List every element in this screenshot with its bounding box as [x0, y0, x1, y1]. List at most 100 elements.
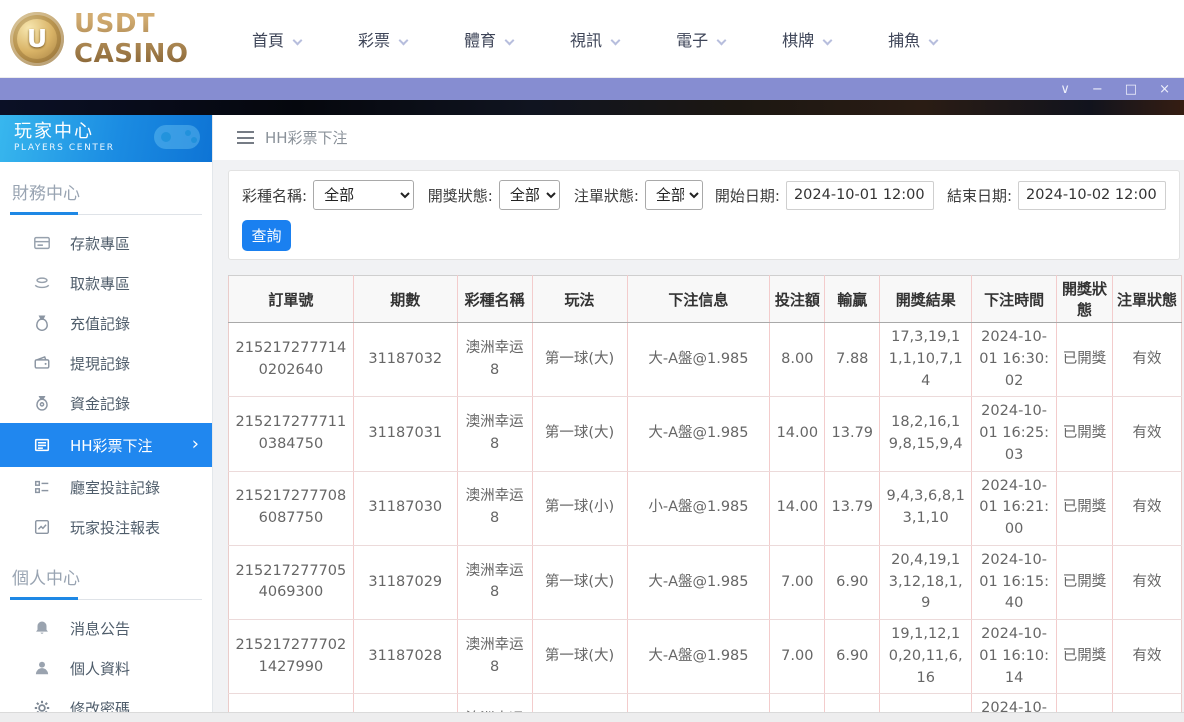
table-cell: 澳洲幸运8 [457, 620, 532, 694]
hamburger-menu-icon[interactable] [237, 131, 254, 144]
table-cell: 17,3,19,11,1,10,7,14 [880, 323, 972, 397]
search-button[interactable]: 查詢 [242, 220, 291, 251]
nav-item-slots[interactable]: 電子 [676, 27, 725, 51]
sidebar-item-deposit[interactable]: 存款專區 [0, 223, 212, 263]
sidebar-item-profile[interactable]: 個人資料 [0, 648, 212, 688]
table-header-cell: 下注信息 [627, 276, 770, 323]
table-cell: 6.90 [825, 620, 880, 694]
table-row: 215217277699161877031187027澳洲幸运8第一球(小)小-… [229, 694, 1182, 712]
table-header-cell: 玩法 [532, 276, 627, 323]
brand-logo[interactable]: U USDT CASINO [0, 9, 252, 69]
table-cell: 6.90 [825, 694, 880, 712]
brand-coin-icon: U [10, 12, 64, 66]
table-header-cell: 開獎狀態 [1057, 276, 1113, 323]
window-close-button[interactable]: × [1159, 83, 1170, 96]
sidebar-item-player-bet-report[interactable]: 玩家投注報表 [0, 507, 212, 547]
table-cell: 有效 [1113, 323, 1182, 397]
table-cell: 第一球(大) [532, 323, 627, 397]
table-cell: 2152172777054069300 [229, 545, 354, 619]
lottery-ticket-icon [33, 436, 51, 454]
window-maximize-button[interactable]: □ [1125, 83, 1137, 96]
table-cell: 有效 [1113, 397, 1182, 471]
wallet-icon [33, 354, 51, 372]
table-cell: 31187030 [353, 471, 457, 545]
table-header-cell: 彩種名稱 [457, 276, 532, 323]
table-cell: 9,4,3,6,8,13,1,10 [880, 471, 972, 545]
nav-item-home[interactable]: 首頁 [252, 27, 301, 51]
nav-item-lottery[interactable]: 彩票 [358, 27, 407, 51]
chevron-down-icon [505, 35, 515, 45]
window-bottom-strip [0, 712, 1184, 722]
nav-item-cards[interactable]: 棋牌 [782, 27, 831, 51]
table-cell: 18,2,16,19,8,15,9,4 [880, 397, 972, 471]
sidebar-item-hh-lottery-bets[interactable]: HH彩票下注 › [0, 423, 212, 467]
window-titlebar: ∨ − □ × [0, 78, 1184, 100]
table-cell: 2152172776991618770 [229, 694, 354, 712]
nav-item-video[interactable]: 視訊 [570, 27, 619, 51]
table-header-cell: 注單狀態 [1113, 276, 1182, 323]
table-cell: 小-A盤@1.985 [627, 471, 770, 545]
table-cell: 已開獎 [1057, 471, 1113, 545]
window-chevron-button[interactable]: ∨ [1060, 83, 1070, 96]
sidebar-item-withdraw[interactable]: 取款專區 [0, 263, 212, 303]
table-cell: 有效 [1113, 545, 1182, 619]
section-title-personal: 個人中心 [0, 547, 212, 589]
table-row: 215217277714020264031187032澳洲幸运8第一球(大)大-… [229, 323, 1182, 397]
table-body: 215217277714020264031187032澳洲幸运8第一球(大)大-… [229, 323, 1182, 713]
table-cell: 2024-10-01 16:15:40 [972, 545, 1057, 619]
funds-bag-icon [33, 394, 51, 412]
sidebar-item-room-bet-record[interactable]: 廳室投註記錄 [0, 467, 212, 507]
app-window: U USDT CASINO 首頁 彩票 體育 視訊 電子 棋牌 捕魚 ∨ − □… [0, 0, 1184, 722]
sidebar-item-funds-record[interactable]: 資金記錄 [0, 383, 212, 423]
section-divider [10, 212, 202, 215]
table-row: 215217277708608775031187030澳洲幸运8第一球(小)小-… [229, 471, 1182, 545]
nav-item-sports[interactable]: 體育 [464, 27, 513, 51]
table-cell: 2024-10-01 16:21:00 [972, 471, 1057, 545]
table-cell: 7.88 [825, 323, 880, 397]
table-cell: 有效 [1113, 694, 1182, 712]
table-header-cell: 下注時間 [972, 276, 1057, 323]
table-cell: 第一球(大) [532, 397, 627, 471]
player-center-banner: 玩家中心 PLAYERS CENTER [0, 115, 212, 162]
person-icon [33, 659, 51, 677]
gamepad-icon [146, 117, 208, 157]
lottery-type-select[interactable]: 全部 [313, 180, 414, 210]
table-cell: 第一球(大) [532, 620, 627, 694]
table-header-cell: 輸贏 [825, 276, 880, 323]
table-cell: 大-A盤@1.985 [627, 620, 770, 694]
table-header-row: 訂單號期數彩種名稱玩法下注信息投注額輸贏開獎結果下注時間開獎狀態注單狀態 [229, 276, 1182, 323]
chevron-down-icon [293, 35, 303, 45]
table-cell: 已開獎 [1057, 620, 1113, 694]
sidebar-item-recharge-record[interactable]: 充值記錄 [0, 303, 212, 343]
sidebar-item-announcements[interactable]: 消息公告 [0, 608, 212, 648]
filter-panel: 彩種名稱: 全部 開獎狀態: 全部 注單狀態: 全部 開始日期: 結束日期: 查… [228, 170, 1180, 260]
brand-logo-text: USDT CASINO [74, 9, 252, 69]
order-status-select[interactable]: 全部 [645, 180, 703, 210]
draw-status-label: 開獎狀態: [428, 185, 493, 206]
end-date-label: 結束日期: [947, 185, 1012, 206]
table-cell: 澳洲幸运8 [457, 471, 532, 545]
table-cell: 2024-10-01 16:10:14 [972, 620, 1057, 694]
chevron-down-icon [717, 35, 727, 45]
section-title-finance: 財務中心 [0, 162, 212, 204]
table-cell: 13.79 [825, 397, 880, 471]
table-cell: 31187031 [353, 397, 457, 471]
table-cell: 第一球(小) [532, 694, 627, 712]
table-header-cell: 訂單號 [229, 276, 354, 323]
table-cell: 有效 [1113, 620, 1182, 694]
table-cell: 第一球(小) [532, 471, 627, 545]
start-date-input[interactable] [786, 181, 934, 210]
bets-table: 訂單號期數彩種名稱玩法下注信息投注額輸贏開獎結果下注時間開獎狀態注單狀態 215… [228, 275, 1182, 712]
nav-item-fishing[interactable]: 捕魚 [888, 27, 937, 51]
end-date-input[interactable] [1018, 181, 1166, 210]
draw-status-select[interactable]: 全部 [499, 180, 560, 210]
table-cell: 2152172777140202640 [229, 323, 354, 397]
table-row: 215217277702142799031187028澳洲幸运8第一球(大)大-… [229, 620, 1182, 694]
window-minimize-button[interactable]: − [1092, 83, 1103, 96]
main-content: HH彩票下注 彩種名稱: 全部 開獎狀態: 全部 注單狀態: 全部 開始日期: … [213, 115, 1184, 712]
sidebar-item-withdrawal-record[interactable]: 提現記錄 [0, 343, 212, 383]
table-cell: 第一球(大) [532, 545, 627, 619]
sidebar: 玩家中心 PLAYERS CENTER 財務中心 存款專區 [0, 115, 213, 712]
table-cell: 31187029 [353, 545, 457, 619]
table-header-cell: 期數 [353, 276, 457, 323]
